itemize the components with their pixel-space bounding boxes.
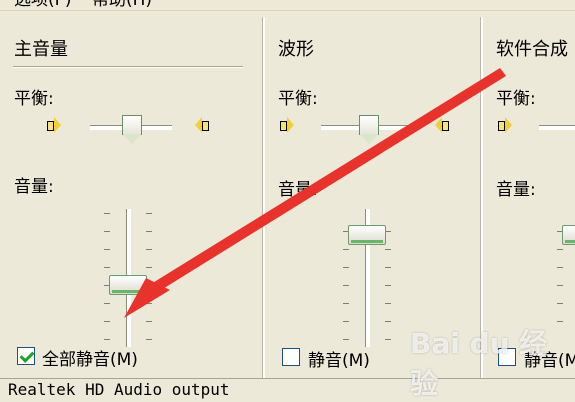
annotation-arrow — [124, 68, 506, 318]
